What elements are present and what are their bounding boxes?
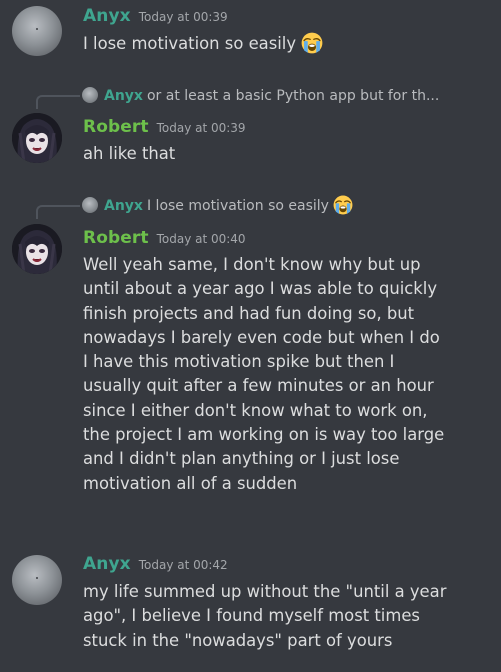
reply-connector xyxy=(36,205,80,219)
message-content: I lose motivation so easily xyxy=(83,32,493,56)
message-line: ago", I believe I found myself most time… xyxy=(83,606,420,626)
message-content: my life summed up without the "until a y… xyxy=(83,580,493,653)
username[interactable]: Anyx xyxy=(83,554,131,574)
username[interactable]: Anyx xyxy=(83,6,131,26)
chat-log: Anyx Today at 00:39 I lose motivation so … xyxy=(0,0,501,672)
message-line: stuck in the "nowadays" part of yours xyxy=(83,630,393,650)
message-content: Well yeah same, I don't know why but up … xyxy=(83,253,493,496)
message-line: I have this motivation spike but then I xyxy=(83,352,395,372)
message-line: my life summed up without the "until a y… xyxy=(83,582,447,601)
message-header: Anyx Today at 00:42 xyxy=(83,554,228,574)
avatar[interactable] xyxy=(12,555,62,605)
message-line: usually quit after a few minutes or an h… xyxy=(83,376,434,396)
message-header: Robert Today at 00:39 xyxy=(83,117,246,137)
message-header: Anyx Today at 00:39 xyxy=(83,6,228,26)
reply-text[interactable]: or at least a basic Python app but for t… xyxy=(147,88,439,104)
username[interactable]: Robert xyxy=(83,228,149,248)
robert-avatar-art xyxy=(12,113,62,163)
reply-text[interactable]: I lose motivation so easily xyxy=(147,198,329,214)
timestamp: Today at 00:39 xyxy=(156,121,246,135)
reply-username[interactable]: Anyx xyxy=(104,88,143,104)
reply-preview[interactable]: Anyx I lose motivation so easily xyxy=(82,195,353,215)
message-line: Well yeah same, I don't know why but up xyxy=(83,255,421,274)
message-content: ah like that xyxy=(83,142,493,166)
reply-username[interactable]: Anyx xyxy=(104,198,143,214)
timestamp: Today at 00:40 xyxy=(156,232,246,246)
robert-avatar-art xyxy=(12,224,62,274)
message-line: the project I am working on is way too l… xyxy=(83,425,445,445)
username[interactable]: Robert xyxy=(83,117,149,137)
timestamp: Today at 00:39 xyxy=(138,10,228,24)
message-header: Robert Today at 00:40 xyxy=(83,228,246,248)
loudly-crying-face-icon xyxy=(333,195,353,215)
timestamp: Today at 00:42 xyxy=(138,558,228,572)
message-line: and I didn't plan anything or I just los… xyxy=(83,449,400,469)
message-line: nowadays I barely even code but when I d… xyxy=(83,327,440,347)
reply-avatar xyxy=(82,87,98,103)
avatar[interactable] xyxy=(12,113,62,163)
avatar[interactable] xyxy=(12,6,62,56)
reply-connector xyxy=(36,95,80,109)
reply-avatar xyxy=(82,197,98,213)
message-line: finish projects and had fun doing so, bu… xyxy=(83,303,415,323)
message-line: until about a year ago I was able to qui… xyxy=(83,279,438,299)
message-line: motivation all of a sudden xyxy=(83,473,298,493)
reply-preview[interactable]: Anyx or at least a basic Python app but f… xyxy=(82,86,439,106)
message-line: I lose motivation so easily xyxy=(83,32,493,56)
message-line: ah like that xyxy=(83,144,176,163)
avatar[interactable] xyxy=(12,224,62,274)
loudly-crying-face-icon xyxy=(301,32,323,54)
message-line: since I either don't know what to work o… xyxy=(83,400,428,420)
